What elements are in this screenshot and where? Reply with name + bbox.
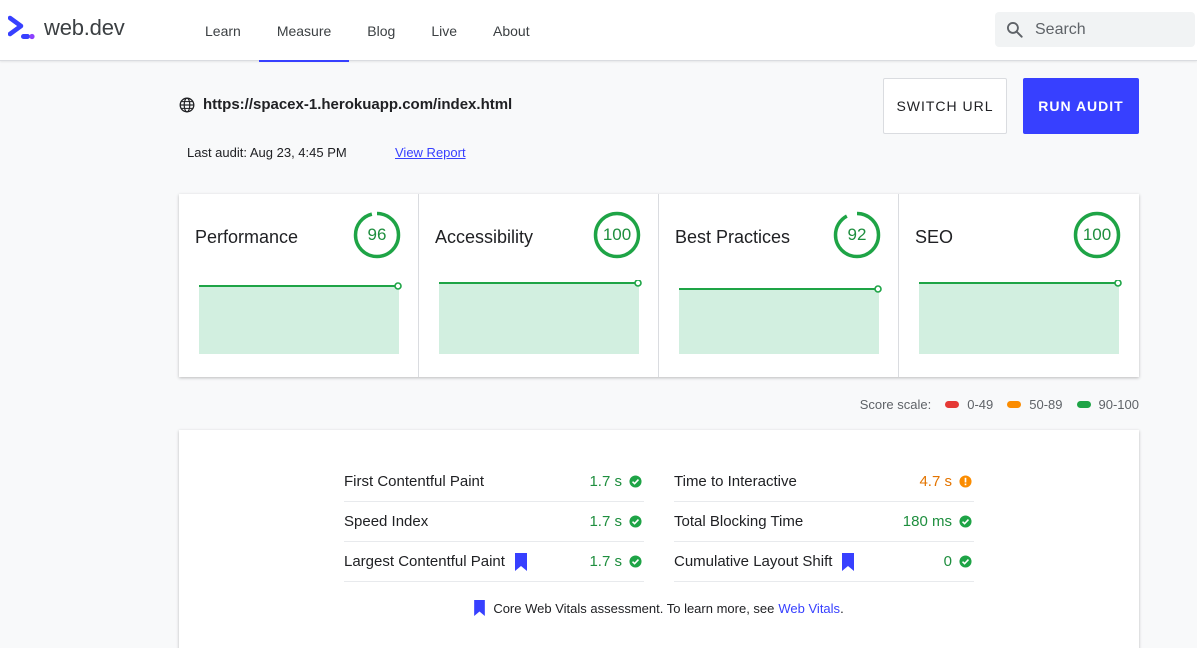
score-value: 96 (367, 225, 387, 244)
globe-icon (179, 97, 195, 112)
metrics-column-right: Time to Interactive 4.7 s Total Blocking… (674, 462, 974, 582)
score-history-chart (919, 280, 1122, 354)
metric-lcp: Largest Contentful Paint 1.7 s (344, 542, 644, 582)
score-value: 92 (847, 225, 867, 244)
search-box[interactable] (995, 12, 1195, 47)
score-history-chart (199, 282, 402, 354)
scale-average: 50-89 (1007, 397, 1063, 412)
metric-name: Speed Index (344, 513, 429, 530)
card-title: Accessibility (435, 227, 534, 247)
score-history-chart (679, 285, 882, 354)
switch-url-button[interactable]: SWITCH URL (883, 78, 1007, 134)
metric-name: Time to Interactive (674, 473, 797, 490)
scale-fail: 0-49 (945, 397, 993, 412)
score-scale-label: Score scale: (859, 397, 932, 412)
nav-measure[interactable]: Measure (258, 0, 350, 62)
pass-check-icon (959, 515, 972, 528)
card-title: Performance (195, 227, 299, 247)
search-input[interactable] (1035, 20, 1185, 39)
score-cards: Performance 96 Accessibility 100 Best Pr… (179, 194, 1139, 377)
scale-pass-label: 90-100 (1098, 397, 1139, 412)
nav-learn[interactable]: Learn (187, 0, 259, 61)
webdev-logo[interactable]: web.dev (8, 14, 125, 42)
metric-speed-index: Speed Index 1.7 s (344, 502, 644, 542)
audited-url: https://spacex-1.herokuapp.com/index.htm… (179, 96, 512, 113)
score-card-seo[interactable]: SEO 100 (899, 194, 1139, 377)
card-title: SEO (915, 227, 954, 247)
metric-name-text: Largest Contentful Paint (344, 553, 505, 570)
metric-tti: Time to Interactive 4.7 s (674, 462, 974, 502)
cwv-end: . (840, 600, 844, 616)
warning-info-icon (959, 475, 972, 488)
cwv-text: Core Web Vitals assessment. To learn mor… (493, 600, 775, 616)
pass-check-icon (629, 475, 642, 488)
score-value: 100 (602, 225, 632, 244)
last-audit-text: Last audit: Aug 23, 4:45 PM (187, 145, 347, 160)
score-history-chart (439, 280, 642, 354)
average-pill-icon (1007, 401, 1022, 408)
pass-check-icon (629, 515, 642, 528)
metric-tbt: Total Blocking Time 180 ms (674, 502, 974, 542)
metric-value: 0 (943, 553, 952, 570)
webdev-chevron-icon (8, 15, 35, 40)
card-title: Best Practices (675, 227, 791, 247)
score-scale-legend: Score scale: 0-49 50-89 90-100 (860, 397, 1139, 412)
metric-name: First Contentful Paint (344, 473, 485, 490)
nav-blog[interactable]: Blog (349, 0, 413, 61)
score-value: 100 (1082, 225, 1112, 244)
metric-name: Largest Contentful Paint (344, 552, 527, 571)
logo-text: web.dev (44, 15, 125, 40)
metrics-panel: First Contentful Paint 1.7 s Speed Index… (179, 430, 1139, 648)
metric-value: 4.7 s (919, 473, 952, 490)
main-nav: Learn Measure Blog Live About (187, 0, 548, 62)
bookmark-icon (514, 552, 527, 571)
pass-check-icon (629, 555, 642, 568)
view-report-link[interactable]: View Report (395, 145, 466, 160)
fail-pill-icon (945, 401, 960, 408)
metric-value: 1.7 s (589, 553, 622, 570)
metric-name-text: Cumulative Layout Shift (674, 553, 833, 570)
bookmark-icon (842, 552, 855, 571)
metrics-column-left: First Contentful Paint 1.7 s Speed Index… (344, 462, 644, 582)
core-web-vitals-note: Core Web Vitals assessment. To learn mor… (179, 600, 1139, 616)
metric-name: Cumulative Layout Shift (674, 552, 855, 571)
run-audit-button[interactable]: RUN AUDIT (1023, 78, 1139, 134)
nav-live[interactable]: Live (413, 0, 475, 61)
metric-cls: Cumulative Layout Shift 0 (674, 542, 974, 582)
score-card-best-practices[interactable]: Best Practices 92 (659, 194, 899, 377)
nav-about[interactable]: About (475, 0, 548, 61)
bookmark-icon (474, 600, 486, 616)
score-card-accessibility[interactable]: Accessibility 100 (419, 194, 659, 377)
pass-check-icon (959, 555, 972, 568)
metric-name: Total Blocking Time (674, 513, 804, 530)
metric-value: 180 ms (902, 513, 952, 530)
metric-value: 1.7 s (589, 473, 622, 490)
site-header: web.dev Learn Measure Blog Live About (0, 0, 1197, 62)
score-card-performance[interactable]: Performance 96 (179, 194, 419, 377)
scale-average-label: 50-89 (1029, 397, 1063, 412)
search-icon (1007, 21, 1023, 38)
url-text: https://spacex-1.herokuapp.com/index.htm… (203, 96, 513, 113)
metric-fcp: First Contentful Paint 1.7 s (344, 462, 644, 502)
scale-fail-label: 0-49 (967, 397, 994, 412)
pass-pill-icon (1076, 401, 1091, 408)
metric-value: 1.7 s (589, 513, 622, 530)
web-vitals-link[interactable]: Web Vitals (778, 601, 840, 616)
scale-pass: 90-100 (1076, 397, 1139, 412)
